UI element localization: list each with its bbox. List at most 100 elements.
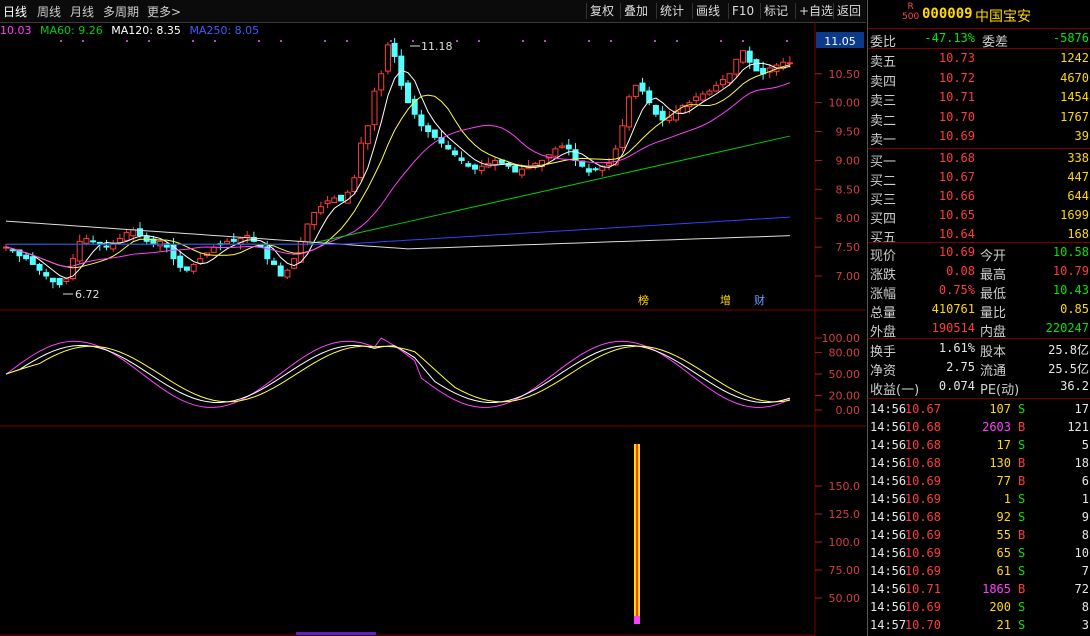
candle-body [103,245,110,248]
osc-tick-label: 20.00 [829,390,861,403]
candle-body [338,194,344,202]
tick-time: 14:56 [870,528,907,542]
candle-body [740,50,746,63]
tick-side: S [1018,564,1026,578]
level-price: 10.71 [938,90,975,104]
marker-increase[interactable]: 增 [720,293,731,307]
tick-vol: 77 [996,474,1011,488]
candle-body [458,157,465,161]
signal-dot [742,40,744,42]
signal-dot [192,40,194,42]
stats-button[interactable]: 统计 [656,3,687,19]
quote-value: 410761 [931,302,975,316]
candle-body [324,200,331,205]
tick-price: 10.69 [904,564,941,578]
add-watchlist-button[interactable]: +自选 [795,3,836,19]
candle-body [706,90,713,95]
tick-row: 14:56 10.69 200 S 8 [868,599,1090,617]
marker-finance[interactable]: 财 [754,293,765,307]
level-volume: 1767 [1060,109,1089,124]
candle-body [9,249,16,252]
sell-level-row: 卖三 10.71 1454 [868,89,1090,109]
tick-vol: 55 [996,528,1011,542]
candle-body [56,278,63,286]
candle-body [90,240,97,243]
sell-level-row: 卖二 10.70 1767 [868,109,1090,129]
level-price: 10.72 [938,70,975,85]
quote-label: 最低 [980,287,1007,302]
candle-body [719,79,726,86]
tab-monthly[interactable]: 月线 [70,3,94,20]
draw-button[interactable]: 画线 [692,3,723,19]
tick-price: 10.69 [904,492,941,506]
back-button[interactable]: 返回 [833,3,864,19]
tick-time: 14:56 [870,546,907,560]
mark-button[interactable]: 标记 [760,3,791,19]
tick-side: B [1018,420,1026,434]
candle-body [29,256,36,265]
stock-name: 中国宝安 [975,9,1031,25]
quote-label: 现价 [870,249,897,264]
tick-vol: 65 [996,546,1011,560]
tick-n: 121 [1067,420,1089,434]
tick-time: 14:56 [870,510,907,524]
tick-side: S [1018,600,1026,614]
high-price-label: 11.18 [421,40,453,53]
tick-side: S [1018,438,1026,452]
level-label: 卖二 [870,113,897,129]
overlay-button[interactable]: 叠加 [620,3,651,19]
candle-body [478,165,485,171]
signal-dot [544,40,546,42]
candle-body [277,265,284,277]
candle-body [753,59,760,72]
price-tick-label: 9.00 [836,154,861,167]
signal-dot [676,40,678,42]
vol-tick-label: 150.0 [829,480,861,493]
adjust-button[interactable]: 复权 [586,3,617,19]
tick-side: B [1018,528,1026,542]
tick-row: 14:56 10.69 77 B 6 [868,473,1090,491]
candle-body [224,240,231,245]
tick-row: 14:56 10.69 55 B 8 [868,527,1090,545]
osc-j-line [5,337,791,408]
kline-chart[interactable]: 11.05 10.50 10.00 9.50 9.00 8.50 8.00 7.50 7.00… [0,22,866,636]
signal-dot [412,40,414,42]
signal-dot [126,40,128,42]
f10-button[interactable]: F10 [728,3,757,19]
quote-label: 涨跌 [870,268,897,283]
tick-n: 17 [1074,402,1089,416]
quote-label: 总量 [870,306,897,321]
finance-value: 2.75 [946,360,975,374]
tab-weekly[interactable]: 周线 [37,3,61,20]
level-price: 10.68 [938,151,975,165]
price-tick-label: 10.50 [829,68,861,81]
quote-label: 最高 [980,268,1007,283]
candle-body [190,263,197,272]
finance-label: PE(动) [980,383,1020,398]
candle-body [351,177,358,193]
candle-body [492,159,499,165]
signal-dot [654,40,656,42]
quote-label: 今开 [980,249,1007,264]
tab-daily[interactable]: 日线 [3,3,27,20]
tab-multi-period[interactable]: 多周期 [103,3,139,20]
level-label: 买三 [870,193,897,208]
vol-tick-label: 125.0 [829,508,861,521]
marker-list[interactable]: 榜 [638,293,649,307]
signal-dot [478,40,480,42]
osc-tick-label: 100.00 [822,332,861,345]
candle-body [693,96,700,101]
level-volume: 1242 [1060,51,1089,65]
candle-body [123,232,130,241]
level-volume: 168 [1067,227,1089,241]
level-price: 10.67 [938,170,975,184]
level-price: 10.66 [938,189,975,203]
divider [868,398,1090,399]
signal-dot [786,40,788,42]
time-scrollbar-thumb [296,632,376,635]
tick-time: 14:56 [870,420,907,434]
tick-side: S [1018,546,1026,560]
tab-more[interactable]: 更多> [147,3,181,20]
quote-panel: R 500 000009 中国宝安 委比 -47.13% 委差 -5876 卖五 1… [867,0,1090,636]
tick-n: 9 [1081,510,1089,524]
